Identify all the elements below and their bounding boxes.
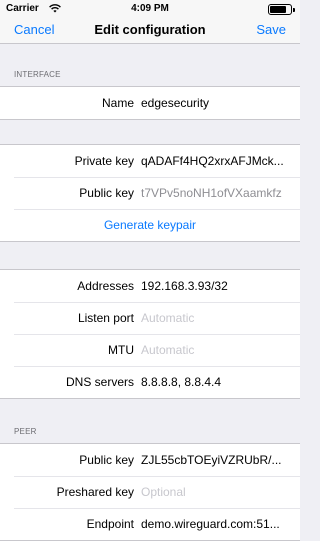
- interface-keys-group: Private key qADAFf4HQ2xrxAFJMck... Publi…: [0, 144, 300, 242]
- listen-port-row[interactable]: Listen port Automatic: [0, 302, 300, 334]
- peer-public-key-label: Public key: [79, 453, 134, 467]
- public-key-row: Public key t7VPv5noNH1ofVXaamkfz: [0, 177, 300, 209]
- save-button[interactable]: Save: [256, 22, 286, 37]
- dns-servers-field[interactable]: 8.8.8.8, 8.8.4.4: [141, 366, 290, 398]
- dns-servers-row[interactable]: DNS servers 8.8.8.8, 8.8.4.4: [0, 366, 300, 398]
- interface-section-header: INTERFACE: [14, 70, 61, 79]
- interface-name-group: Name edgesecurity: [0, 86, 300, 120]
- preshared-key-label: Preshared key: [56, 485, 134, 499]
- public-key-value: t7VPv5noNH1ofVXaamkfz: [141, 186, 282, 200]
- peer-section-header: PEER: [14, 427, 37, 436]
- peer-public-key-field[interactable]: ZJL55cbTOEyiVZRUbR/...: [141, 444, 290, 476]
- page-title: Edit configuration: [94, 22, 206, 37]
- private-key-field[interactable]: qADAFf4HQ2xrxAFJMck...: [141, 145, 290, 177]
- mtu-row[interactable]: MTU Automatic: [0, 334, 300, 366]
- listen-port-label: Listen port: [77, 311, 134, 325]
- peer-public-key-row[interactable]: Public key ZJL55cbTOEyiVZRUbR/...: [0, 444, 300, 476]
- clock: 4:09 PM: [131, 3, 169, 14]
- mtu-label: MTU: [108, 343, 134, 357]
- preshared-key-row[interactable]: Preshared key Optional: [0, 476, 300, 508]
- name-row[interactable]: Name edgesecurity: [0, 87, 300, 119]
- endpoint-label: Endpoint: [86, 517, 134, 531]
- endpoint-row[interactable]: Endpoint demo.wireguard.com:51...: [0, 508, 300, 540]
- public-key-label: Public key: [79, 186, 134, 200]
- endpoint-field[interactable]: demo.wireguard.com:51...: [141, 508, 290, 540]
- preshared-key-field[interactable]: Optional: [141, 476, 290, 508]
- mtu-field[interactable]: Automatic: [141, 334, 290, 366]
- name-field[interactable]: edgesecurity: [141, 87, 290, 119]
- addresses-row[interactable]: Addresses 192.168.3.93/32: [0, 270, 300, 302]
- status-bar: Carrier 4:09 PM: [0, 0, 300, 18]
- interface-network-group: Addresses 192.168.3.93/32 Listen port Au…: [0, 269, 300, 399]
- peer-group: Public key ZJL55cbTOEyiVZRUbR/... Presha…: [0, 443, 300, 541]
- battery-level: [270, 6, 287, 13]
- generate-keypair-button[interactable]: Generate keypair: [0, 209, 300, 241]
- listen-port-field[interactable]: Automatic: [141, 302, 290, 334]
- navigation-bar: Cancel Edit configuration Save: [0, 18, 300, 44]
- addresses-label: Addresses: [77, 279, 134, 293]
- private-key-label: Private key: [74, 154, 134, 168]
- battery-icon: [268, 4, 295, 15]
- addresses-field[interactable]: 192.168.3.93/32: [141, 270, 290, 302]
- dns-servers-label: DNS servers: [65, 375, 134, 389]
- private-key-row[interactable]: Private key qADAFf4HQ2xrxAFJMck...: [0, 145, 300, 177]
- name-label: Name: [101, 96, 134, 110]
